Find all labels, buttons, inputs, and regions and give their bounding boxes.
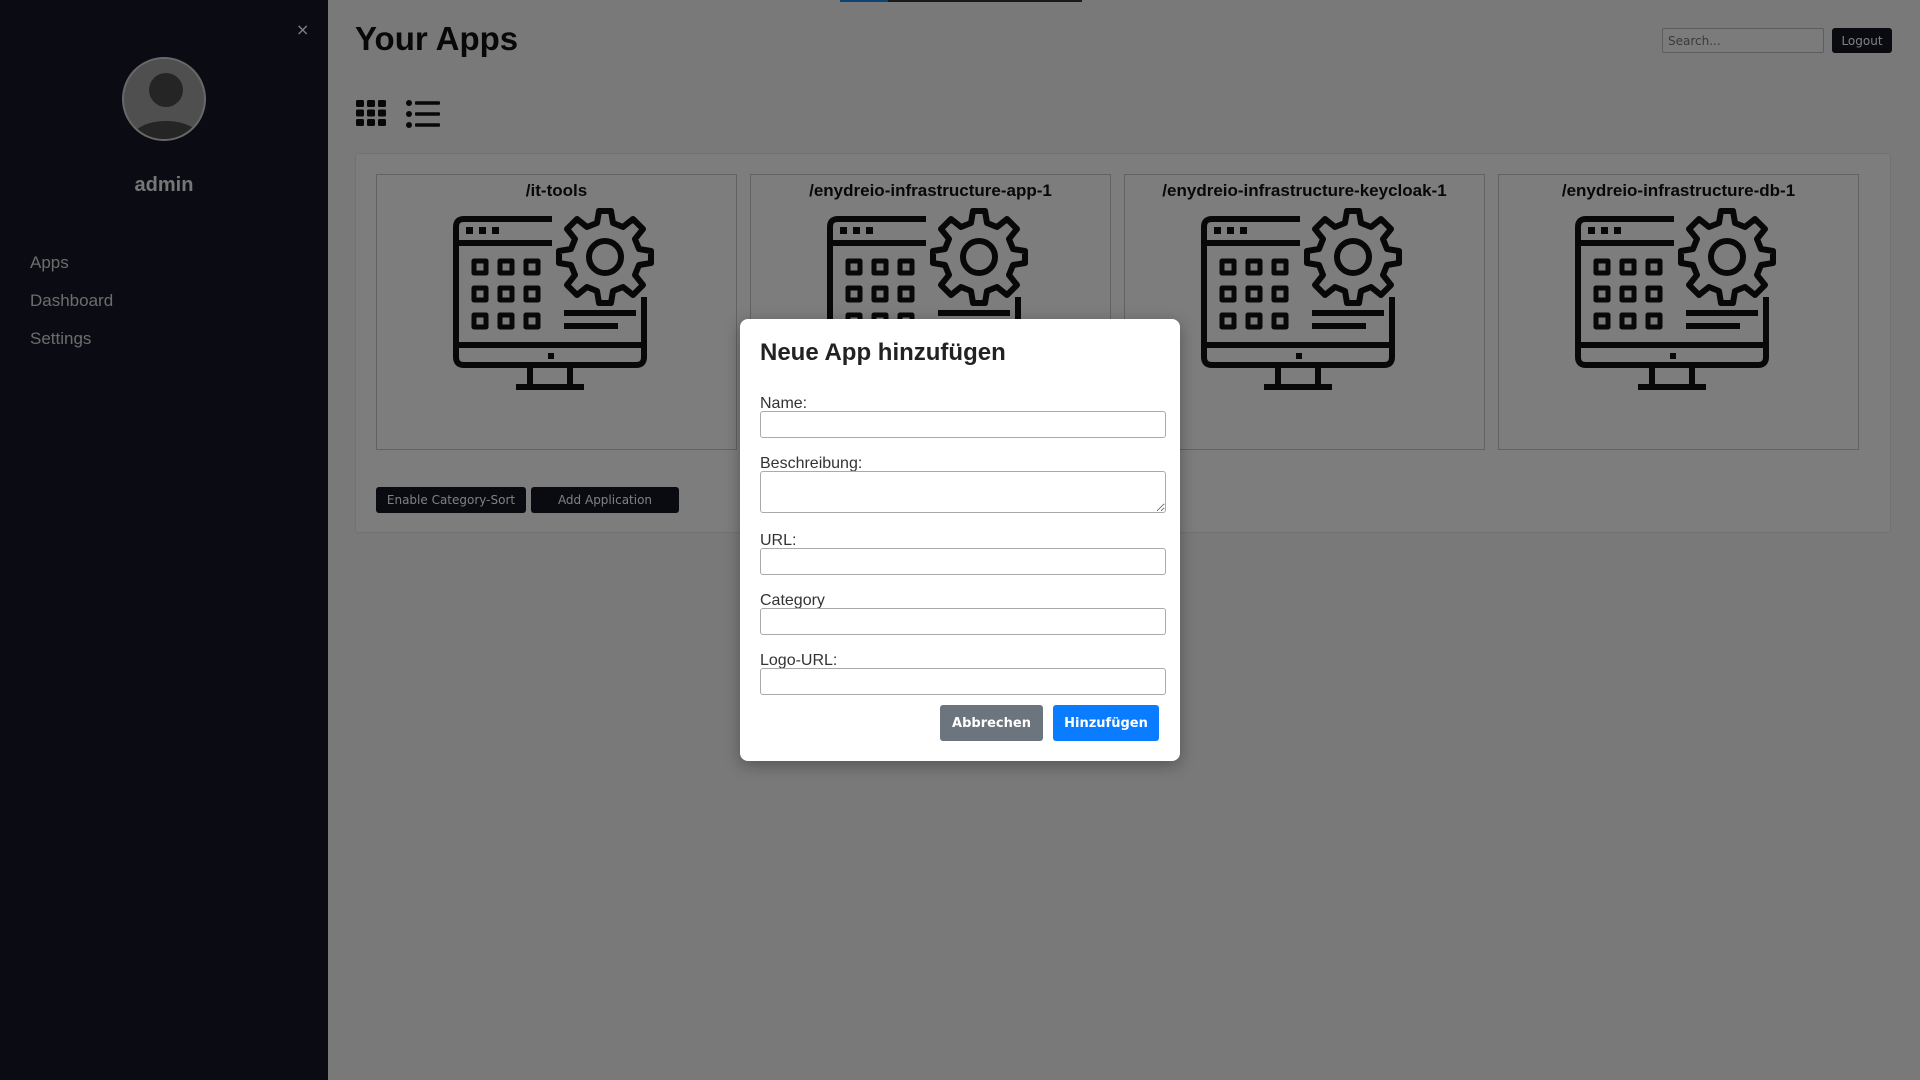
url-field[interactable] bbox=[760, 548, 1166, 575]
description-field[interactable] bbox=[760, 471, 1166, 513]
name-field[interactable] bbox=[760, 411, 1166, 438]
add-app-modal: Neue App hinzufügen Name: Beschreibung: … bbox=[740, 319, 1180, 761]
logo-url-field[interactable] bbox=[760, 668, 1166, 695]
category-field[interactable] bbox=[760, 608, 1166, 635]
modal-title: Neue App hinzufügen bbox=[760, 339, 1006, 366]
cancel-button[interactable]: Abbrechen bbox=[940, 705, 1043, 741]
add-button[interactable]: Hinzufügen bbox=[1053, 705, 1159, 741]
